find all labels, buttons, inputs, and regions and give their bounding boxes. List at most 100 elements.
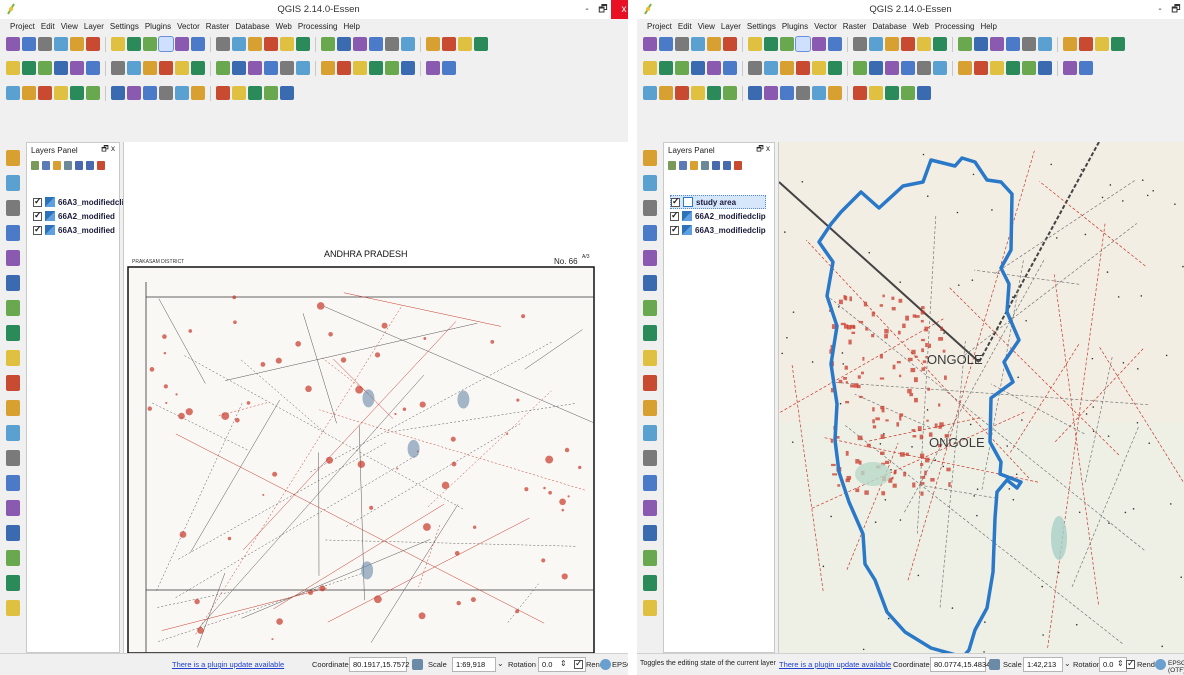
toolbar-button[interactable] — [159, 86, 173, 100]
toolbar-button[interactable] — [70, 37, 84, 51]
menu-vector[interactable]: Vector — [177, 22, 200, 31]
toolbar-button[interactable] — [54, 61, 68, 75]
layer-checkbox[interactable] — [33, 196, 42, 207]
add-layer-button[interactable] — [6, 200, 20, 216]
toolbar-button[interactable] — [22, 61, 36, 75]
add-layer-button[interactable] — [643, 375, 657, 391]
crs-icon[interactable] — [600, 659, 611, 670]
collapse-all-icon[interactable] — [86, 161, 94, 170]
toolbar-button[interactable] — [933, 61, 947, 75]
toolbar-button[interactable] — [458, 37, 472, 51]
toolbar-button[interactable] — [764, 37, 778, 51]
toolbar-button[interactable] — [127, 61, 141, 75]
add-group-icon[interactable] — [31, 161, 39, 170]
toolbar-button[interactable] — [659, 86, 673, 100]
toolbar-button[interactable] — [1022, 37, 1036, 51]
toolbar-button[interactable] — [337, 37, 351, 51]
toolbar-button[interactable] — [974, 61, 988, 75]
toolbar-button[interactable] — [853, 61, 867, 75]
toolbar-button[interactable] — [38, 61, 52, 75]
add-layer-button[interactable] — [643, 225, 657, 241]
add-layer-button[interactable] — [6, 500, 20, 516]
layer-checkbox[interactable] — [670, 224, 679, 235]
add-layer-button[interactable] — [6, 550, 20, 566]
filter-legend-icon[interactable] — [64, 161, 72, 170]
toolbar-button[interactable] — [143, 61, 157, 75]
layer-checkbox[interactable] — [670, 210, 679, 221]
layer-checkbox[interactable] — [33, 210, 42, 221]
toolbar-button[interactable] — [175, 37, 189, 51]
menu-view[interactable]: View — [698, 22, 715, 31]
toolbar-button[interactable] — [143, 86, 157, 100]
toolbar-button[interactable] — [707, 86, 721, 100]
toolbar-button[interactable] — [1006, 61, 1020, 75]
toolbar-button[interactable] — [175, 61, 189, 75]
toolbar-button[interactable] — [901, 37, 915, 51]
layer-item[interactable]: 66A2_modifiedclip — [670, 209, 766, 223]
toolbar-button[interactable] — [6, 61, 20, 75]
toolbar-button[interactable] — [723, 37, 737, 51]
toolbar-button[interactable] — [1063, 37, 1077, 51]
toolbar-button[interactable] — [675, 86, 689, 100]
toolbar-button[interactable] — [812, 37, 826, 51]
toolbar-button[interactable] — [812, 86, 826, 100]
toolbar-button[interactable] — [1079, 61, 1093, 75]
toolbar-button[interactable] — [337, 61, 351, 75]
add-layer-button[interactable] — [643, 500, 657, 516]
toolbar-button[interactable] — [70, 61, 84, 75]
toolbar-button[interactable] — [828, 61, 842, 75]
toolbar-button[interactable] — [216, 37, 230, 51]
menu-project[interactable]: Project — [10, 22, 35, 31]
toolbar-button[interactable] — [885, 86, 899, 100]
add-layer-button[interactable] — [643, 400, 657, 416]
toolbar-button[interactable] — [707, 61, 721, 75]
menu-layer[interactable]: Layer — [721, 22, 741, 31]
toolbar-button[interactable] — [828, 86, 842, 100]
add-layer-button[interactable] — [6, 450, 20, 466]
visibility-icon[interactable] — [42, 161, 50, 170]
filter-icon[interactable] — [53, 161, 61, 170]
toolbar-button[interactable] — [812, 61, 826, 75]
crs-label[interactable]: EPSG:4326 (OTF) — [1168, 660, 1184, 674]
toolbar-button[interactable] — [264, 61, 278, 75]
add-layer-button[interactable] — [643, 350, 657, 366]
toolbar-button[interactable] — [248, 86, 262, 100]
toolbar-button[interactable] — [264, 37, 278, 51]
toolbar-button[interactable] — [828, 37, 842, 51]
toolbar-button[interactable] — [54, 86, 68, 100]
toolbar-button[interactable] — [869, 61, 883, 75]
restore-button[interactable]: 🗗 — [1168, 0, 1184, 19]
layer-checkbox[interactable] — [33, 224, 42, 235]
toolbar-button[interactable] — [958, 37, 972, 51]
toolbar-button[interactable] — [191, 61, 205, 75]
map-canvas[interactable]: ANDHRA PRADESH PRAKASAM DISTRICT No. 66 … — [123, 142, 629, 653]
layer-item[interactable]: 66A3_modified — [33, 223, 129, 237]
toolbar-button[interactable] — [901, 86, 915, 100]
layer-item[interactable]: 66A3_modifiedclip — [33, 195, 129, 209]
toolbar-button[interactable] — [22, 86, 36, 100]
add-layer-button[interactable] — [643, 150, 657, 166]
toolbar-button[interactable] — [691, 86, 705, 100]
add-layer-button[interactable] — [643, 275, 657, 291]
toolbar-button[interactable] — [111, 37, 125, 51]
toolbar-button[interactable] — [1038, 37, 1052, 51]
menu-vector[interactable]: Vector — [814, 22, 837, 31]
map-canvas[interactable]: ONGOLE ONGOLE — [778, 142, 1184, 653]
layer-item[interactable]: 66A2_modified — [33, 209, 129, 223]
toolbar-button[interactable] — [1038, 61, 1052, 75]
scale-field[interactable]: 1:42,213 — [1023, 657, 1063, 672]
toolbar-button[interactable] — [853, 86, 867, 100]
panel-close-button[interactable]: 🗗 x — [756, 143, 770, 157]
toolbar-button[interactable] — [264, 86, 278, 100]
minimize-button[interactable]: - — [1152, 0, 1168, 19]
toolbar-button[interactable] — [917, 86, 931, 100]
toolbar-button[interactable] — [280, 61, 294, 75]
toolbar-button[interactable] — [111, 86, 125, 100]
add-layer-button[interactable] — [6, 575, 20, 591]
toolbar-button[interactable] — [216, 86, 230, 100]
toolbar-button[interactable] — [796, 61, 810, 75]
toolbar-button[interactable] — [901, 61, 915, 75]
menu-raster[interactable]: Raster — [206, 22, 230, 31]
coordinate-field[interactable]: 80.1917,15.7572 — [349, 657, 409, 672]
toolbar-button[interactable] — [1079, 37, 1093, 51]
